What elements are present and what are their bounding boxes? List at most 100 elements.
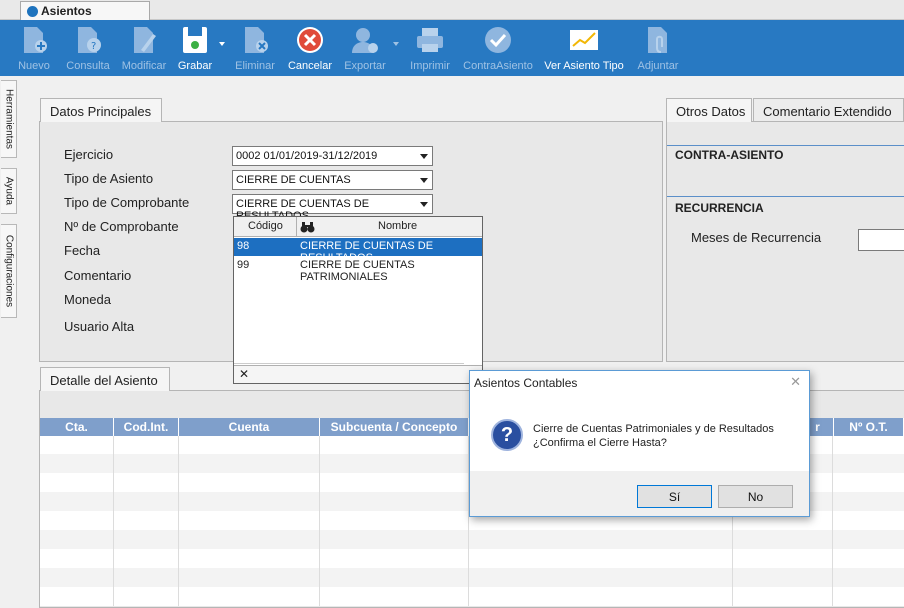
tab-detalle-asiento-label: Detalle del Asiento [50, 373, 158, 388]
recurrencia-heading: RECURRENCIA [675, 201, 764, 215]
meses-recurrencia-input[interactable] [858, 229, 904, 251]
tipo-asiento-select[interactable]: CIERRE DE CUENTAS [232, 170, 433, 190]
dialog-button-bar: Sí No [470, 471, 809, 516]
col-codigo-header[interactable]: Código [248, 220, 283, 232]
fecha-label: Fecha [64, 243, 101, 258]
dropdown-row[interactable]: 98 CIERRE DE CUENTAS DE RESULTADOS [234, 238, 482, 264]
sidebar-tab-ayuda[interactable]: Ayuda [1, 168, 17, 214]
nuevo-label: Nuevo [18, 60, 50, 72]
check-circle-icon [485, 27, 511, 53]
sidebar-tab-label: Herramientas [3, 88, 14, 150]
close-icon[interactable]: ✕ [790, 374, 801, 390]
document-tab[interactable]: Asientos Contables [20, 1, 150, 32]
clear-icon[interactable]: ✕ [239, 367, 249, 381]
nro-comprobante-label: Nº de Comprobante [64, 219, 179, 234]
tab-otros-datos[interactable]: Otros Datos [666, 98, 752, 122]
recurrencia-divider [667, 196, 904, 197]
chevron-down-icon [219, 42, 225, 46]
contra-asiento-heading: CONTRA-ASIENTO [675, 148, 784, 162]
export-user-icon [352, 28, 378, 53]
grid-column [40, 436, 114, 606]
col-header-cta[interactable]: Cta. [40, 418, 114, 436]
dialog-title: Asientos Contables [474, 376, 578, 390]
ver-asiento-tipo-label: Ver Asiento Tipo [544, 60, 624, 72]
dropdown-row-codigo: 99 [237, 259, 250, 271]
tab-datos-principales-label: Datos Principales [50, 104, 152, 119]
grabar-button[interactable]: Grabar [174, 20, 216, 76]
tab-datos-principales[interactable]: Datos Principales [40, 98, 162, 122]
tipo-comprobante-label: Tipo de Comprobante [64, 195, 190, 210]
yes-button[interactable]: Sí [637, 485, 712, 508]
chevron-down-icon [393, 42, 399, 46]
dropdown-row-codigo: 98 [237, 240, 250, 252]
edit-doc-icon [134, 27, 156, 53]
exportar-dropdown-arrow[interactable] [391, 20, 401, 76]
contraasiento-label: ContraAsiento [463, 60, 533, 72]
save-icon [183, 27, 207, 53]
tab-comentario-extendido[interactable]: Comentario Extendido [753, 98, 904, 122]
ejercicio-label: Ejercicio [64, 147, 114, 162]
tab-detalle-asiento[interactable]: Detalle del Asiento [40, 367, 170, 391]
tab-otros-datos-label: Otros Datos [676, 104, 746, 119]
col-nombre-header[interactable]: Nombre [378, 220, 417, 232]
col-header-cod-int[interactable]: Cod.Int. [114, 418, 179, 436]
consulta-label: Consulta [66, 60, 110, 72]
usuario-alta-label: Usuario Alta [64, 319, 135, 334]
cancelar-label: Cancelar [287, 60, 333, 72]
side-tabs: Herramientas Ayuda Configuraciones [0, 76, 18, 606]
tipo-comprobante-select[interactable]: CIERRE DE CUENTAS DE RESULTADOS [232, 194, 433, 222]
sidebar-tab-herramientas[interactable]: Herramientas [1, 80, 17, 158]
dialog-message-line1: Cierre de Cuentas Patrimoniales y de Res… [533, 423, 774, 435]
toolbar: Nuevo ? Consulta Modificar Grabar Elimin… [0, 20, 904, 76]
new-doc-icon [24, 27, 47, 53]
col-header-nro-ot[interactable]: Nº O.T. [834, 418, 904, 436]
tipo-asiento-label: Tipo de Asiento [64, 171, 154, 186]
delete-doc-icon [245, 27, 268, 53]
chart-icon [570, 30, 598, 50]
adjuntar-label: Adjuntar [637, 60, 679, 72]
header-divider [296, 217, 297, 237]
adjuntar-button[interactable]: Adjuntar [634, 20, 682, 76]
ejercicio-select[interactable]: 0002 01/01/2019-31/12/2019 [232, 146, 433, 166]
imprimir-label: Imprimir [410, 60, 450, 72]
chevron-down-icon[interactable] [416, 147, 432, 165]
ver-asiento-tipo-button[interactable]: Ver Asiento Tipo [542, 20, 626, 76]
consulta-button[interactable]: ? Consulta [64, 20, 112, 76]
tab-comentario-extendido-label: Comentario Extendido [763, 104, 892, 119]
dropdown-scroll-divider [234, 363, 464, 364]
chevron-down-icon[interactable] [416, 195, 432, 213]
eliminar-button[interactable]: Eliminar [232, 20, 278, 76]
grabar-label: Grabar [177, 60, 213, 72]
modificar-button[interactable]: Modificar [118, 20, 170, 76]
exportar-button[interactable]: Exportar [340, 20, 390, 76]
confirm-dialog: Asientos Contables ✕ ? Cierre de Cuentas… [469, 370, 810, 517]
question-icon: ? [491, 419, 523, 451]
sidebar-tab-configuraciones[interactable]: Configuraciones [1, 224, 17, 318]
dropdown-row-nombre: CIERRE DE CUENTAS PATRIMONIALES [300, 259, 415, 283]
col-header-cuenta[interactable]: Cuenta [179, 418, 320, 436]
contra-asiento-divider [667, 145, 904, 146]
nuevo-button[interactable]: Nuevo [16, 20, 52, 76]
sidebar-tab-label: Ayuda [3, 176, 14, 206]
cancelar-button[interactable]: Cancelar [285, 20, 335, 76]
ejercicio-value: 0002 01/01/2019-31/12/2019 [236, 150, 378, 162]
no-button[interactable]: No [718, 485, 793, 508]
svg-text:?: ? [91, 41, 96, 52]
dropdown-header: Código Nombre [234, 217, 482, 237]
query-doc-icon: ? [78, 27, 101, 53]
dropdown-row[interactable]: 99 CIERRE DE CUENTAS PATRIMONIALES [234, 257, 482, 283]
moneda-label: Moneda [64, 292, 111, 307]
comentario-label: Comentario [64, 268, 132, 283]
grabar-dropdown-arrow[interactable] [217, 20, 227, 76]
col-header-subcuenta[interactable]: Subcuenta / Concepto [320, 418, 469, 436]
contraasiento-button[interactable]: ContraAsiento [460, 20, 536, 76]
chevron-down-icon[interactable] [416, 171, 432, 189]
meses-recurrencia-label: Meses de Recurrencia [691, 230, 822, 245]
attach-icon [648, 27, 667, 53]
exportar-label: Exportar [344, 60, 386, 72]
binoculars-icon[interactable] [300, 221, 315, 233]
grid-column [179, 436, 320, 606]
imprimir-button[interactable]: Imprimir [406, 20, 454, 76]
cancel-icon [297, 27, 323, 53]
eliminar-label: Eliminar [235, 60, 275, 72]
